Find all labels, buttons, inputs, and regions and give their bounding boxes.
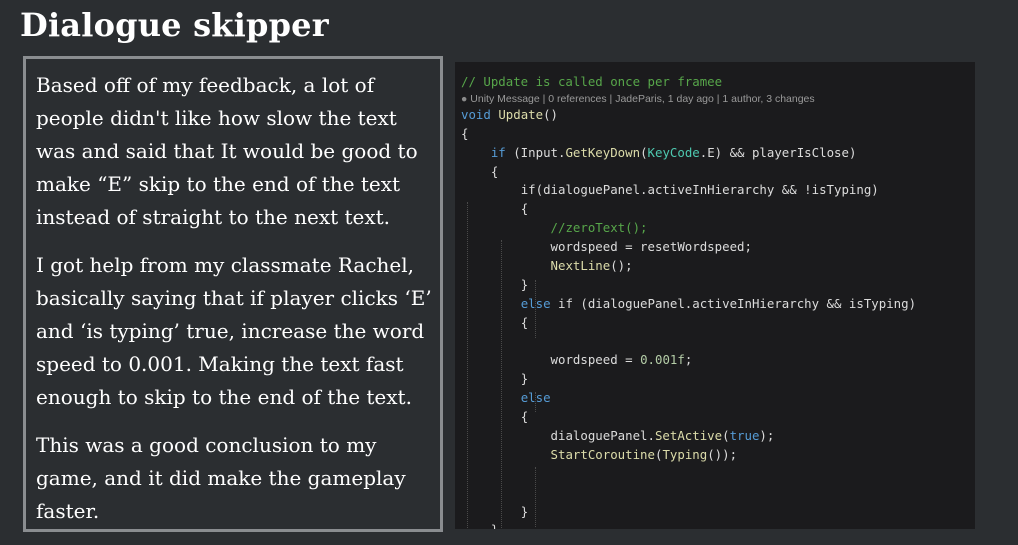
code-method: Update — [498, 106, 544, 122]
code-token: { — [520, 409, 529, 425]
code-line: if(dialoguePanel.activeInHierarchy && !i… — [461, 181, 975, 200]
code-line: wordspeed = 0.001f; — [461, 351, 975, 370]
code-comment: // Update is called once per framee — [461, 74, 723, 89]
code-token: (Input. — [505, 144, 566, 160]
code-token: ()); — [707, 446, 738, 462]
code-line: dialoguePanel.SetActive(true); — [550, 428, 775, 444]
code-method: Typing — [662, 446, 708, 462]
code-token: dialoguePanel. — [550, 428, 655, 444]
code-token: (); — [610, 258, 633, 274]
code-keyword: if — [490, 144, 506, 160]
code-token: } — [491, 522, 498, 529]
slide-title: Dialogue skipper — [20, 6, 329, 44]
code-line: { — [461, 125, 975, 144]
conclusion-paragraph: This was a good conclusion to my game, a… — [36, 433, 406, 523]
code-token: { — [461, 125, 469, 141]
description-panel: Based off of my feedback, a lot of peopl… — [23, 56, 443, 532]
code-method: GetKeyDown — [565, 144, 641, 160]
code-line: else — [461, 389, 975, 408]
code-line: StartCoroutine(Typing()); — [550, 446, 738, 462]
code-line: } — [461, 370, 975, 389]
feedback-paragraph: Based off of my feedback, a lot of peopl… — [36, 73, 418, 229]
code-token: .E) && playerIsClose) — [699, 144, 857, 160]
code-line: NextLine(); — [461, 257, 975, 276]
code-token: () — [543, 106, 558, 122]
code-line: wordspeed = resetWordspeed; — [461, 238, 975, 257]
code-token: ( — [640, 144, 648, 160]
code-token: { — [520, 314, 529, 330]
code-line: } — [461, 521, 975, 529]
code-token: if (dialoguePanel.activeInHierarchy && i… — [550, 295, 917, 311]
help-paragraph: I got help from my classmate Rachel, bas… — [36, 253, 432, 409]
code-line: { — [461, 408, 975, 427]
code-screenshot: // Update is called once per framee ● Un… — [455, 62, 975, 529]
code-line: else if (dialoguePanel.activeInHierarchy… — [461, 295, 975, 314]
code-token: } — [520, 503, 529, 519]
slide: Dialogue skipper Based off of my feedbac… — [0, 0, 1018, 545]
code-token: ); — [759, 428, 775, 444]
code-method: StartCoroutine — [550, 446, 655, 462]
code-line: // Update is called once per framee — [461, 73, 975, 92]
code-line: } — [461, 276, 975, 295]
code-method: SetActive — [654, 428, 723, 444]
code-number: 0.001f — [640, 352, 685, 368]
code-line: { — [461, 200, 975, 219]
code-type: KeyCode — [647, 144, 700, 160]
codelens-text: Unity Message | 0 references | JadeParis… — [470, 92, 815, 105]
code-keyword: else — [520, 390, 551, 406]
code-line: { — [461, 314, 975, 333]
code-token: } — [520, 371, 529, 387]
code-token: } — [520, 276, 529, 292]
code-token: if(dialoguePanel.activeInHierarchy && !i… — [520, 182, 879, 198]
code-line: if (Input.GetKeyDown(KeyCode.E) && playe… — [461, 144, 975, 163]
code-comment: //zeroText(); — [550, 220, 648, 236]
unity-icon: ● — [461, 92, 471, 105]
code-keyword: void — [461, 106, 491, 122]
code-token: { — [520, 201, 529, 217]
code-method: NextLine — [550, 258, 611, 274]
code-token: wordspeed = resetWordspeed; — [550, 239, 752, 255]
code-token: ; — [684, 352, 693, 368]
code-line: } — [461, 503, 975, 522]
code-token: wordspeed = — [550, 352, 641, 368]
code-keyword: true — [729, 428, 760, 444]
code-line: //zeroText(); — [461, 219, 975, 238]
code-line: { — [461, 163, 975, 182]
code-token: { — [490, 163, 499, 179]
code-keyword: else — [520, 295, 551, 311]
code-line: void Update() — [461, 106, 975, 125]
codelens-line: ● Unity Message | 0 references | JadePar… — [461, 92, 975, 106]
